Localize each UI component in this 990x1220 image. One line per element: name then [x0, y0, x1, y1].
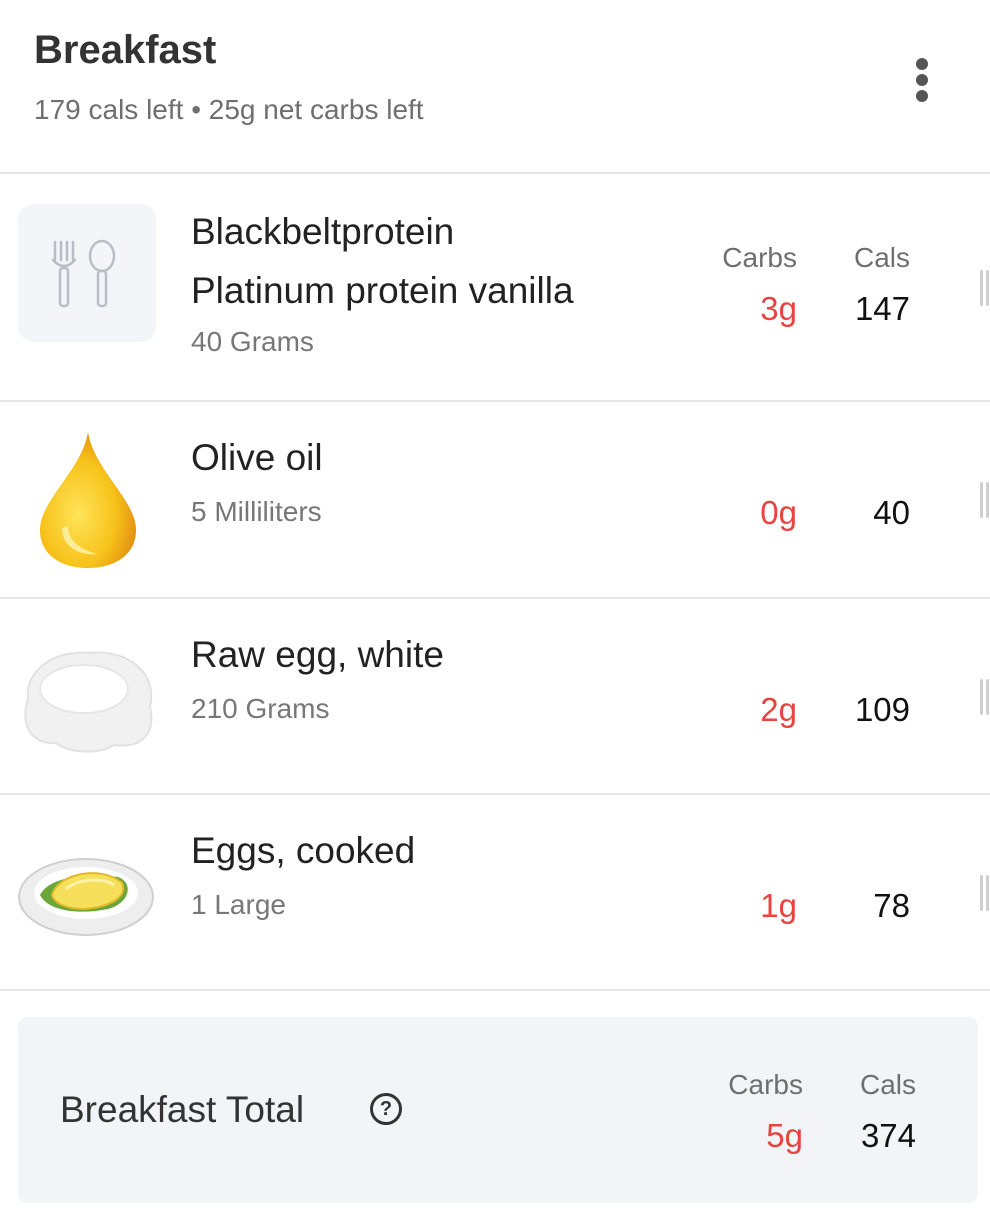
carbs-column-label: Carbs: [728, 1069, 803, 1100]
meal-title: Breakfast: [34, 28, 217, 72]
food-quantity: 1 Large: [191, 889, 286, 920]
food-name-line1: Blackbeltprotein: [191, 211, 455, 252]
food-row-eggs-cooked[interactable]: Eggs, cooked 1 Large 1g 78: [0, 795, 990, 991]
drag-handle-icon[interactable]: [978, 270, 990, 306]
food-row-protein[interactable]: Blackbeltprotein Platinum protein vanill…: [0, 174, 990, 402]
drag-handle-icon[interactable]: [978, 679, 990, 715]
more-options-icon[interactable]: [906, 52, 938, 108]
drag-handle-icon[interactable]: [978, 875, 990, 911]
meal-header: Breakfast 179 cals left • 25g net carbs …: [0, 0, 990, 174]
food-cals-value: 78: [873, 887, 910, 924]
total-cals-value: 374: [860, 1117, 916, 1154]
food-name-line1: Eggs, cooked: [191, 830, 416, 871]
omelette-plate-icon: [18, 823, 156, 961]
total-carbs-value: 5g: [766, 1117, 803, 1154]
food-row-egg-white[interactable]: Raw egg, white 210 Grams 2g 109: [0, 599, 990, 795]
cals-column-label: Cals: [853, 242, 910, 273]
food-cals-value: 147: [854, 290, 910, 327]
food-name-line1: Olive oil: [191, 437, 323, 478]
food-quantity: 40 Grams: [191, 326, 314, 357]
egg-white-icon: [18, 629, 156, 767]
food-carbs-value: 0g: [760, 494, 797, 531]
cals-column-label: Cals: [859, 1069, 916, 1100]
food-carbs-value: 2g: [760, 691, 797, 728]
fork-spoon-placeholder-icon: [18, 204, 156, 342]
carbs-column-label: Carbs: [722, 242, 797, 273]
food-carbs-value: 1g: [760, 887, 797, 924]
oil-drop-icon: [18, 430, 156, 568]
food-cals-value: 40: [873, 494, 910, 531]
meal-total-card: Breakfast Total ? Carbs Cals 5g 374: [18, 1017, 978, 1203]
food-name-line2: Platinum protein vanilla: [191, 270, 574, 311]
food-name-line1: Raw egg, white: [191, 634, 444, 675]
food-carbs-value: 3g: [760, 290, 797, 327]
meal-remaining-summary: 179 cals left • 25g net carbs left: [34, 94, 424, 125]
help-icon[interactable]: ?: [370, 1093, 402, 1125]
drag-handle-icon[interactable]: [978, 482, 990, 518]
food-cals-value: 109: [854, 691, 910, 728]
food-quantity: 210 Grams: [191, 693, 330, 724]
food-row-olive-oil[interactable]: Olive oil 5 Milliliters 0g 40: [0, 402, 990, 599]
food-quantity: 5 Milliliters: [191, 496, 322, 527]
meal-total-label: Breakfast Total: [60, 1089, 305, 1130]
